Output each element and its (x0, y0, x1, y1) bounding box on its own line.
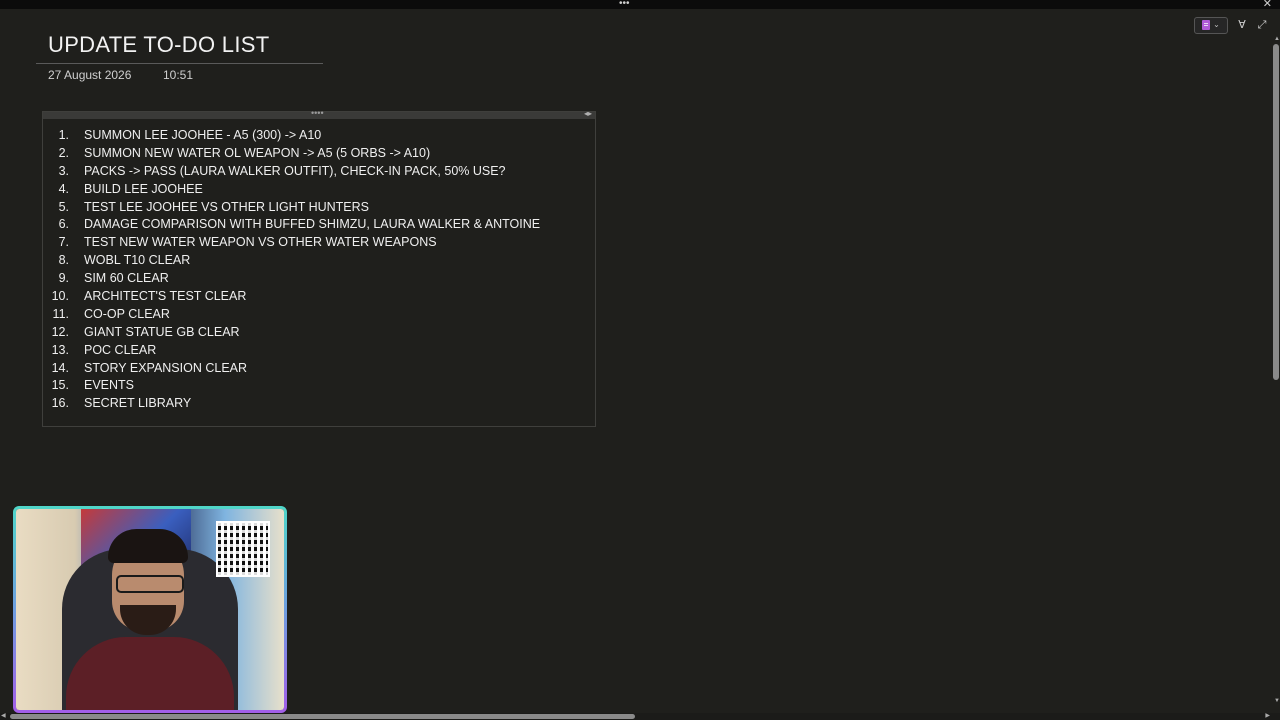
webcam-person-hair (108, 529, 188, 563)
todo-list-item[interactable]: 15. EVENTS (43, 376, 540, 394)
page-title[interactable]: UPDATE TO-DO LIST (48, 32, 269, 58)
todo-item-number: 10. (51, 288, 69, 303)
webcam-person-glasses (116, 575, 184, 593)
todo-item-text[interactable]: WOBL T10 CLEAR (84, 253, 190, 267)
scroll-right-arrow-icon[interactable]: ▶ (1265, 712, 1270, 719)
todo-item-number: 2. (58, 145, 69, 160)
todo-item-number: 1. (58, 127, 69, 142)
note-container[interactable]: •••• ◂▸ 1. SUMMON LEE JOOHEE - A5 (300) -… (42, 108, 596, 427)
todo-item-number: 11. (52, 306, 69, 321)
todo-list-item[interactable]: 3. PACKS -> PASS (LAURA WALKER OUTFIT), C… (43, 162, 540, 180)
pen-icon[interactable]: ∀ (1236, 19, 1248, 31)
todo-list-item[interactable]: 16. SECRET LIBRARY (43, 394, 540, 412)
todo-list-item[interactable]: 8. WOBL T10 CLEAR (43, 251, 540, 269)
todo-item-number: 7. (58, 235, 69, 250)
page-date: 27 August 2026 (48, 68, 132, 82)
todo-item-text[interactable]: TEST NEW WATER WEAPON VS OTHER WATER WEA… (84, 235, 437, 249)
todo-item-number: 15. (51, 378, 69, 393)
todo-list-item[interactable]: 2. SUMMON NEW WATER OL WEAPON -> A5 (5 OR… (43, 144, 540, 162)
vertical-scrollbar-thumb[interactable] (1273, 44, 1279, 380)
scroll-down-arrow-icon[interactable]: ▼ (1274, 698, 1280, 704)
todo-list-item[interactable]: 1. SUMMON LEE JOOHEE - A5 (300) -> A10 (43, 126, 540, 144)
todo-item-text[interactable]: GIANT STATUE GB CLEAR (84, 325, 240, 339)
expand-icon[interactable]: ⤢ (1256, 19, 1268, 31)
page-time: 10:51 (163, 68, 194, 82)
todo-item-number: 8. (58, 253, 69, 268)
todo-item-text[interactable]: CO-OP CLEAR (84, 307, 170, 321)
todo-item-text[interactable]: SUMMON LEE JOOHEE - A5 (300) -> A10 (84, 128, 321, 142)
todo-item-text[interactable]: SIM 60 CLEAR (84, 271, 169, 285)
todo-item-text[interactable]: STORY EXPANSION CLEAR (84, 361, 247, 375)
todo-item-number: 9. (58, 271, 69, 286)
todo-item-number: 5. (58, 199, 69, 214)
notebook-icon (1202, 20, 1211, 30)
todo-item-text[interactable]: TEST LEE JOOHEE VS OTHER LIGHT HUNTERS (84, 200, 369, 214)
todo-list-item[interactable]: 9. SIM 60 CLEAR (43, 269, 540, 287)
page-toolbar: ⌄ ∀ ⤢ (1194, 16, 1268, 34)
todo-list-item[interactable]: 6. DAMAGE COMPARISON WITH BUFFED SHIMZU, … (43, 215, 541, 233)
todo-list-item[interactable]: 5. TEST LEE JOOHEE VS OTHER LIGHT HUNTERS (43, 198, 540, 216)
todo-list-item[interactable]: 4. BUILD LEE JOOHEE (43, 180, 540, 198)
todo-item-number: 14. (51, 360, 69, 375)
window-top-bar: ••• ✕ (0, 0, 1280, 10)
todo-item-text[interactable]: POC CLEAR (84, 343, 156, 357)
todo-item-number: 3. (58, 163, 69, 178)
qr-code-icon (216, 521, 270, 577)
notebook-selector-button[interactable]: ⌄ (1194, 16, 1228, 34)
horizontal-scrollbar-thumb[interactable] (10, 714, 635, 719)
scroll-left-arrow-icon[interactable]: ◀ (1, 712, 6, 719)
todo-item-text[interactable]: SUMMON NEW WATER OL WEAPON -> A5 (5 ORBS… (84, 146, 430, 160)
resize-arrows-icon[interactable]: ◂▸ (584, 109, 592, 118)
todo-list-item[interactable]: 12. GIANT STATUE GB CLEAR (43, 323, 540, 341)
todo-item-text[interactable]: EVENTS (84, 378, 134, 392)
note-container-handle[interactable]: •••• ◂▸ (43, 108, 595, 119)
title-divider (36, 63, 323, 64)
todo-item-number: 13. (51, 342, 69, 357)
todo-list-item[interactable]: 13. POC CLEAR (43, 341, 540, 359)
todo-list-item[interactable]: 10. ARCHITECT'S TEST CLEAR (43, 287, 540, 305)
todo-list-item[interactable]: 14. STORY EXPANSION CLEAR (43, 359, 540, 377)
todo-list-item[interactable]: 11. CO-OP CLEAR (43, 305, 540, 323)
webcam-overlay (13, 506, 287, 713)
todo-item-text[interactable]: SECRET LIBRARY (84, 396, 191, 410)
todo-item-number: 6. (58, 217, 69, 232)
scroll-up-arrow-icon[interactable]: ▲ (1274, 36, 1280, 42)
window-drag-grip-icon[interactable]: ••• (619, 0, 630, 9)
chevron-down-icon: ⌄ (1213, 20, 1220, 29)
webcam-person-body (66, 637, 234, 710)
todo-item-text[interactable]: ARCHITECT'S TEST CLEAR (84, 289, 246, 303)
todo-list: 1. SUMMON LEE JOOHEE - A5 (300) -> A10 2. S… (43, 126, 540, 412)
drag-handle-icon[interactable]: •••• (311, 108, 324, 118)
todo-list-item[interactable]: 7. TEST NEW WATER WEAPON VS OTHER WATER W… (43, 233, 540, 251)
todo-item-text[interactable]: DAMAGE COMPARISON WITH BUFFED SHIMZU, LA… (84, 217, 540, 231)
todo-item-number: 12. (51, 324, 69, 339)
close-icon[interactable]: ✕ (1263, 0, 1272, 10)
todo-item-text[interactable]: PACKS -> PASS (LAURA WALKER OUTFIT), CHE… (84, 164, 506, 178)
todo-item-number: 16. (51, 396, 69, 411)
todo-item-text[interactable]: BUILD LEE JOOHEE (84, 182, 203, 196)
todo-item-number: 4. (58, 181, 69, 196)
